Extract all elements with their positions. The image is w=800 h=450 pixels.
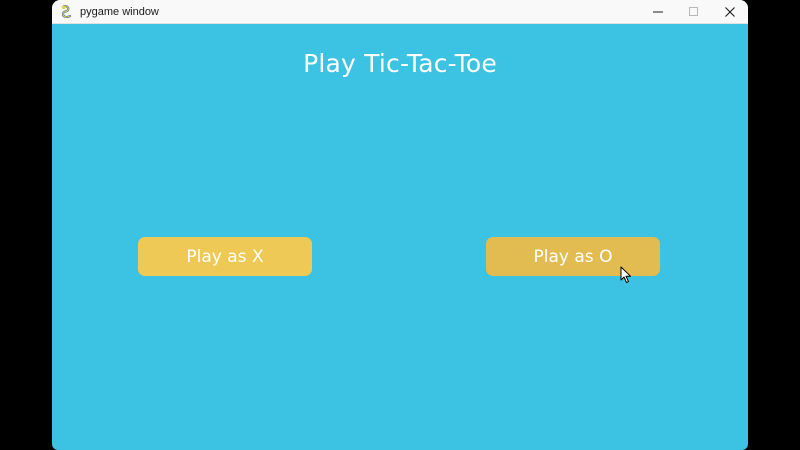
close-icon bbox=[725, 7, 735, 17]
close-button[interactable] bbox=[712, 0, 748, 24]
maximize-button[interactable] bbox=[676, 0, 712, 24]
minimize-icon bbox=[653, 11, 663, 13]
play-as-o-button[interactable]: Play as O bbox=[486, 237, 660, 276]
page-title: Play Tic-Tac-Toe bbox=[303, 49, 497, 78]
mouse-pointer-icon bbox=[620, 266, 631, 283]
minimize-button[interactable] bbox=[640, 0, 676, 24]
pygame-snake-icon bbox=[61, 5, 72, 19]
maximize-icon bbox=[689, 7, 698, 16]
play-as-x-button[interactable]: Play as X bbox=[138, 237, 312, 276]
title-bar[interactable]: pygame window bbox=[52, 0, 748, 24]
window-title: pygame window bbox=[80, 6, 159, 18]
pygame-window: pygame window Play Tic-Tac-Toe Play as X… bbox=[52, 0, 748, 450]
